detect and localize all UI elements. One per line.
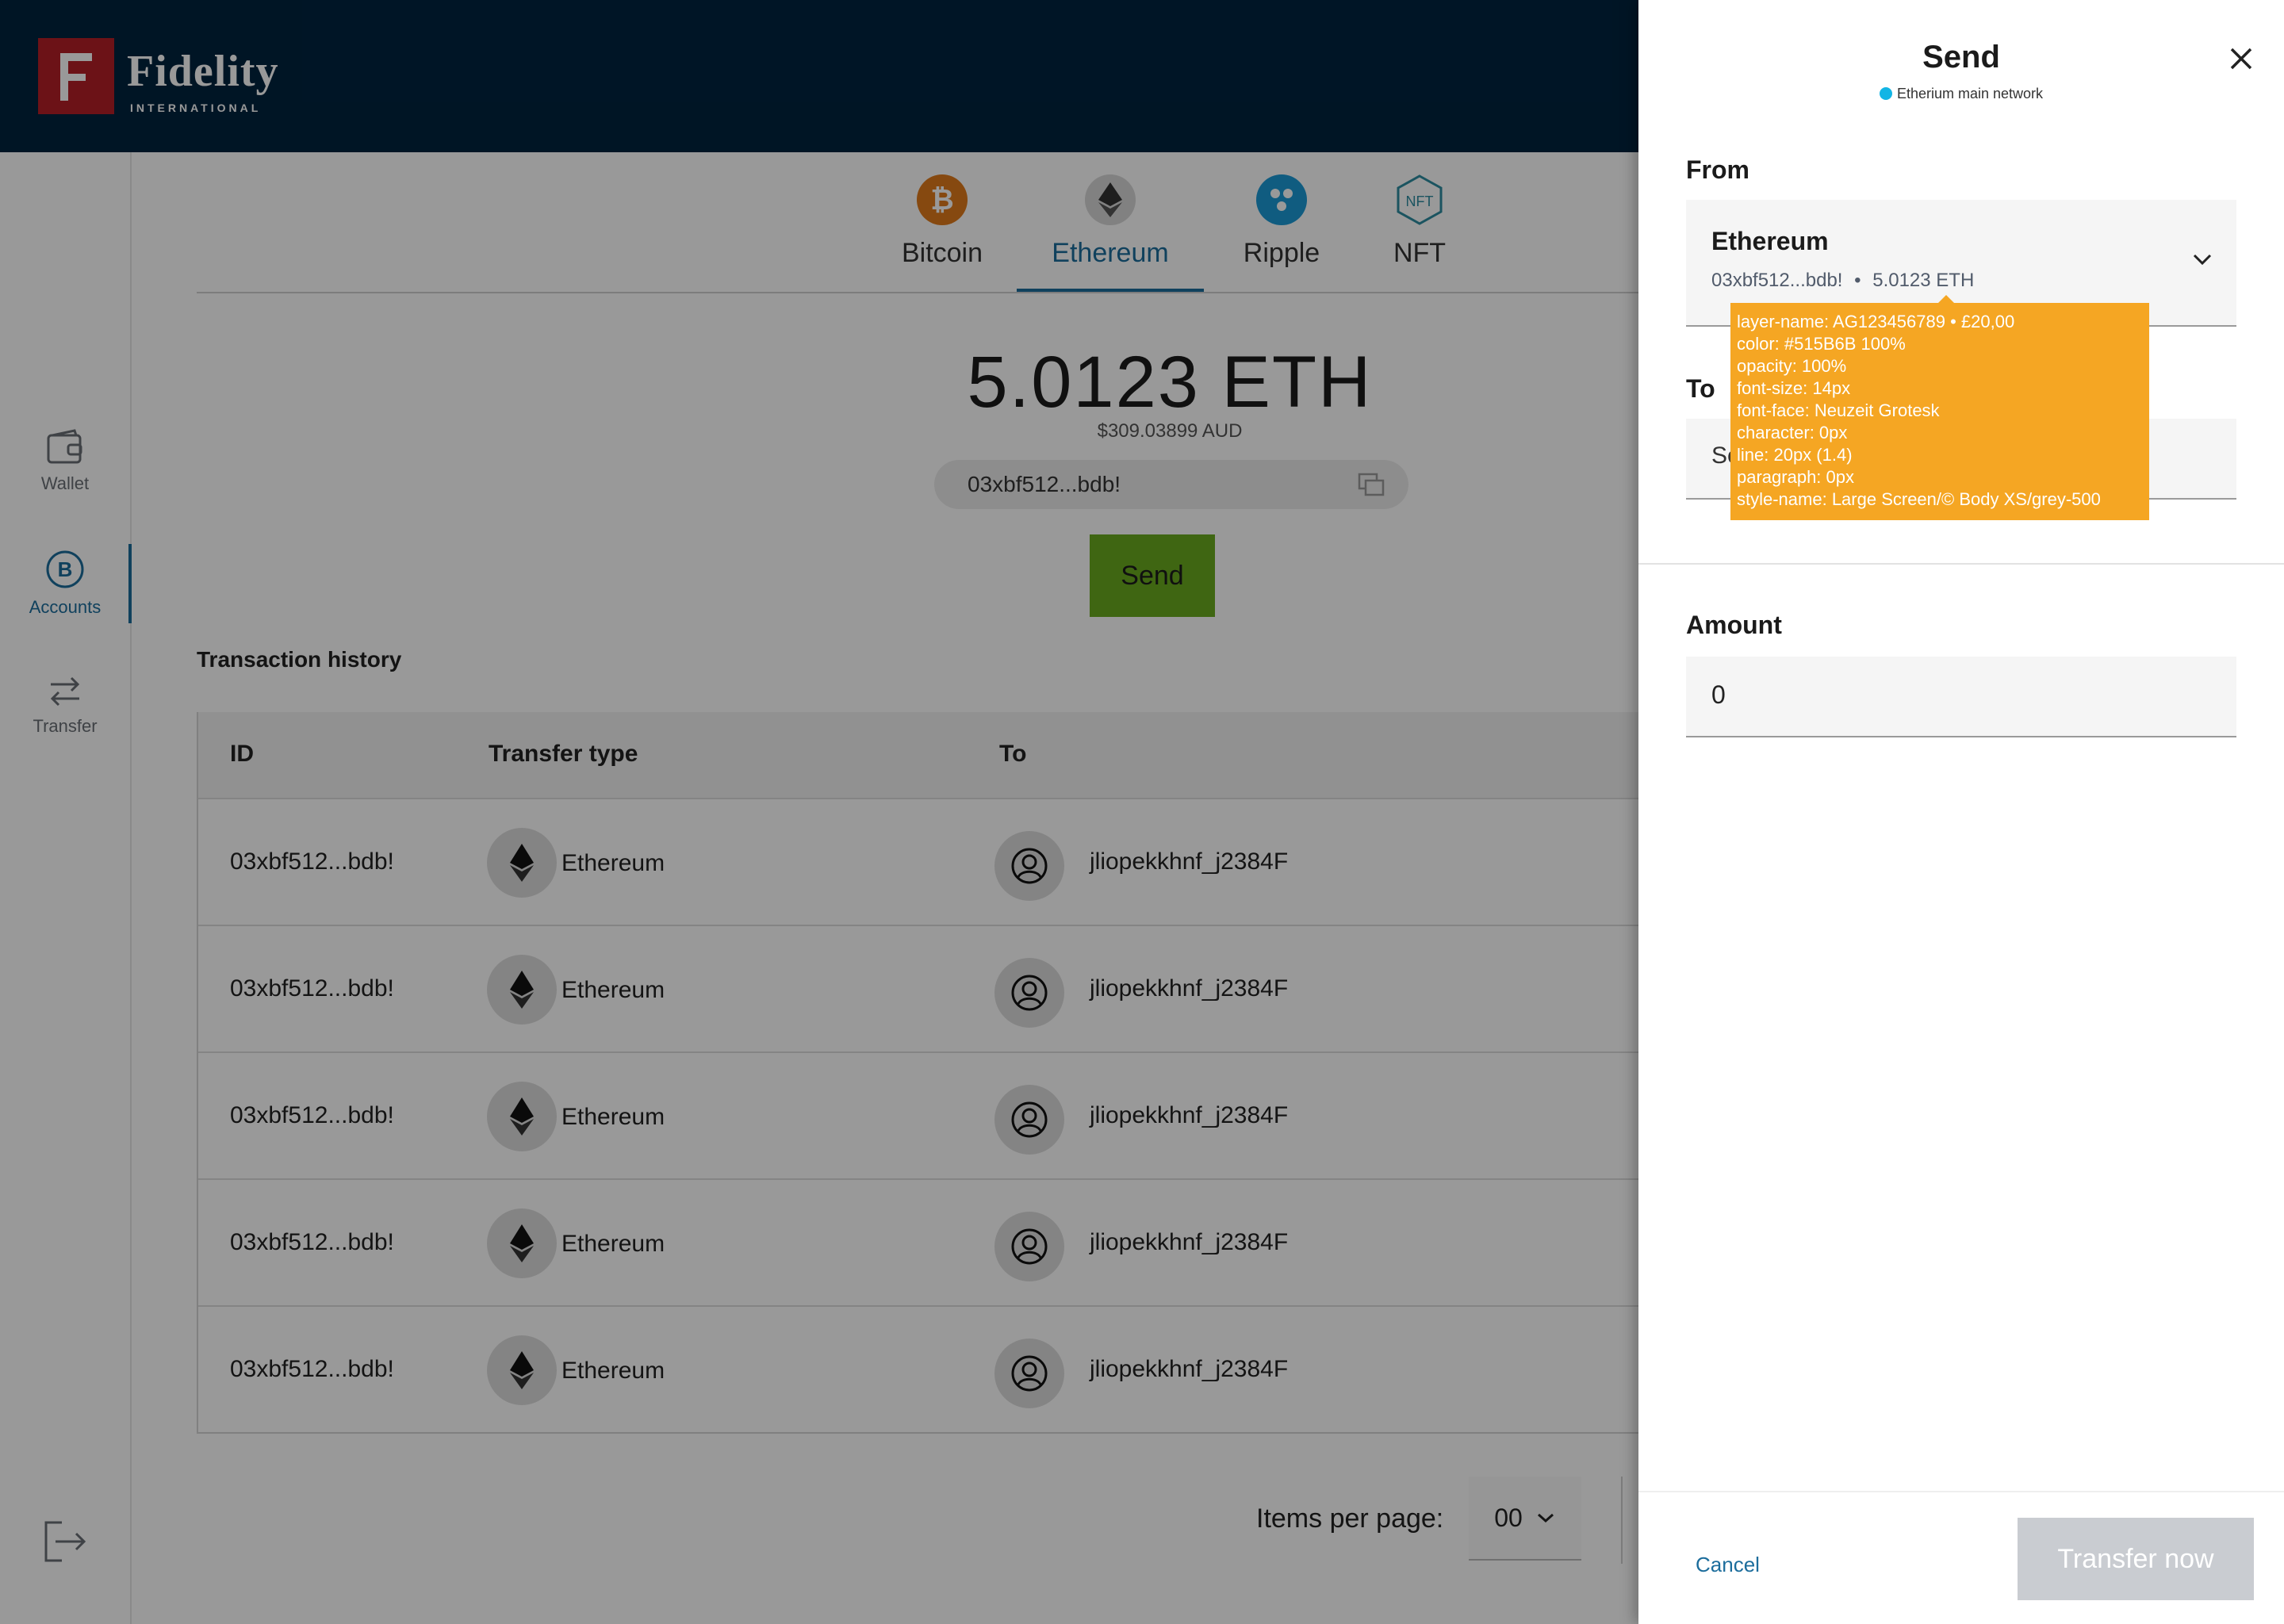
from-label: From [1686, 155, 1749, 184]
from-account-name: Ethereum [1711, 227, 1829, 255]
network-name: Etherium main network [1896, 86, 2044, 102]
separator-bullet: • [1854, 270, 1861, 291]
from-account-balance: 5.0123 ETH [1872, 270, 1975, 291]
from-account-details: 03xbf512...bdb! • 5.0123 ETH [1711, 270, 1974, 292]
from-account-address: 03xbf512...bdb! [1711, 270, 1843, 291]
network-status-dot [1879, 87, 1892, 100]
panel-title: Send [1922, 40, 2000, 75]
footer-divider [1638, 1491, 2284, 1492]
tooltip-line: opacity: 100% [1737, 356, 1847, 376]
tooltip-line: style-name: Large Screen/© Body XS/grey-… [1737, 489, 2101, 509]
tooltip-line: font-face: Neuzeit Grotesk [1737, 400, 1940, 420]
tooltip-line: line: 20px (1.4) [1737, 445, 1853, 465]
amount-value: 0 [1711, 680, 1726, 709]
transfer-now-button[interactable]: Transfer now [2018, 1518, 2254, 1600]
tooltip-line: color: #515B6B 100% [1737, 334, 1906, 354]
amount-label: Amount [1686, 611, 1782, 639]
style-inspector-tooltip: layer-name: AG123456789 • £20,00 color: … [1730, 295, 2149, 520]
send-panel: Send Etherium main network From Ethereum… [1638, 0, 2284, 1624]
chevron-down-icon [2193, 254, 2212, 266]
network-indicator: Etherium main network [1638, 86, 2284, 102]
tooltip-line: font-size: 14px [1737, 378, 1851, 398]
tooltip-line: paragraph: 0px [1737, 467, 1854, 487]
tooltip-line: layer-name: AG123456789 • £20,00 [1737, 312, 2015, 331]
tooltip-line: character: 0px [1737, 423, 1848, 442]
cancel-button[interactable]: Cancel [1696, 1553, 1760, 1577]
panel-divider [1638, 563, 2284, 565]
to-label: To [1686, 374, 1715, 403]
close-icon[interactable] [2225, 43, 2257, 75]
modal-backdrop[interactable] [0, 0, 1638, 1624]
amount-input[interactable]: 0 [1686, 657, 2236, 737]
